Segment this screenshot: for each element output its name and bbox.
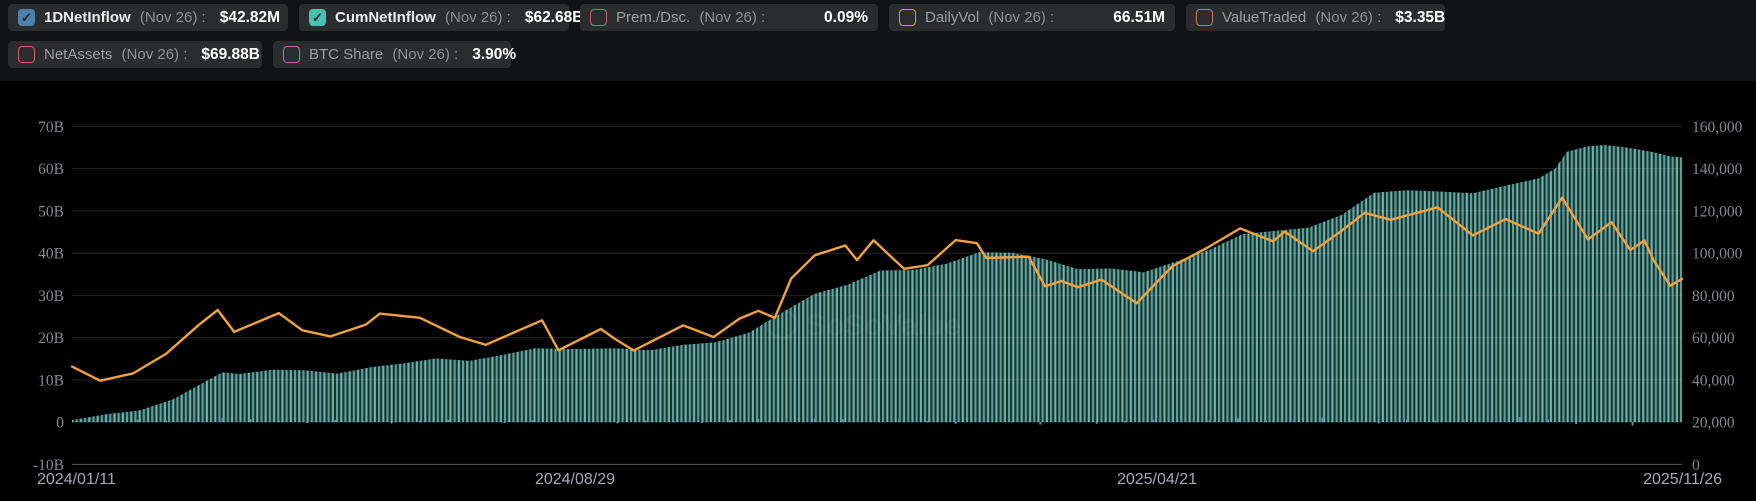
legend-label: CumNetInflow — [335, 9, 436, 26]
legend-date: (Nov 26) : — [984, 9, 1054, 26]
legend-item-btc-share[interactable]: BTC Share (Nov 26) :3.90% — [273, 41, 511, 68]
legend-date: (Nov 26) : — [388, 46, 458, 63]
right-axis-tick: 80,000 — [1692, 288, 1735, 305]
left-axis-tick: 50B — [38, 203, 64, 220]
legend-label: BTC Share — [309, 46, 383, 63]
right-axis-tick: 140,000 — [1692, 161, 1743, 178]
legend-value: $62.68B — [511, 9, 584, 27]
unchecked-checkbox-icon[interactable] — [283, 46, 300, 63]
legend-item-netassets[interactable]: NetAssets (Nov 26) :$69.88B — [8, 41, 262, 68]
unchecked-checkbox-icon[interactable] — [590, 9, 607, 26]
legend-row-2: NetAssets (Nov 26) :$69.88BBTC Share (No… — [8, 41, 511, 68]
right-axis-tick: 40,000 — [1692, 372, 1735, 389]
legend-date: (Nov 26) : — [695, 9, 765, 26]
left-axis-tick: 60B — [38, 161, 64, 178]
legend-item-dailyvol[interactable]: DailyVol (Nov 26) : 66.51M — [889, 4, 1175, 31]
right-axis-tick: 20,000 — [1692, 415, 1735, 432]
legend-item-1dnetinflow[interactable]: ✓ 1DNetInflow (Nov 26) :$42.82M — [8, 4, 288, 31]
legend-label: 1DNetInflow — [44, 9, 131, 26]
x-axis-date: 2024/08/29 — [535, 471, 615, 488]
legend-value: $69.88B — [187, 46, 260, 64]
x-axis-date: 2025/04/21 — [1117, 471, 1197, 488]
legend-item-valuetraded[interactable]: ValueTraded (Nov 26) :$3.35B — [1186, 4, 1445, 31]
right-axis-tick: 60,000 — [1692, 330, 1735, 347]
left-axis-tick: 30B — [38, 288, 64, 305]
legend-row-1: ✓1DNetInflow (Nov 26) :$42.82M✓CumNetInf… — [8, 4, 1445, 31]
x-axis-date: 2024/01/11 — [37, 471, 116, 488]
legend-date: (Nov 26) : — [1311, 9, 1381, 26]
checked-checkbox-icon[interactable]: ✓ — [18, 9, 35, 26]
left-axis-tick: 40B — [38, 246, 64, 263]
legend-value: 66.51M — [1099, 9, 1165, 27]
legend-label: ValueTraded — [1222, 9, 1306, 26]
x-axis-date: 2025/11/26 — [1643, 471, 1722, 488]
legend-value: 0.09% — [810, 9, 868, 27]
right-axis-tick: 100,000 — [1692, 246, 1743, 263]
left-axis-tick: 0 — [56, 415, 64, 432]
right-axis-tick: 160,000 — [1692, 119, 1743, 136]
legend-date: (Nov 26) : — [136, 9, 206, 26]
legend-value: $3.35B — [1381, 9, 1445, 27]
unchecked-checkbox-icon[interactable] — [899, 9, 916, 26]
left-axis-tick: 10B — [38, 372, 64, 389]
legend-date: (Nov 26) : — [117, 46, 187, 63]
legend-date: (Nov 26) : — [441, 9, 511, 26]
unchecked-checkbox-icon[interactable] — [18, 46, 35, 63]
plot-hover-area[interactable] — [72, 100, 1682, 464]
legend-value: 3.90% — [458, 46, 516, 64]
unchecked-checkbox-icon[interactable] — [1196, 9, 1213, 26]
left-axis-tick: 70B — [38, 119, 64, 136]
legend-label: Prem./Dsc. — [616, 9, 690, 26]
legend-item-cumnetinflow[interactable]: ✓CumNetInflow (Nov 26) :$62.68B — [299, 4, 569, 31]
right-axis-tick: 120,000 — [1692, 203, 1743, 220]
legend-item-prem-dsc[interactable]: Prem./Dsc. (Nov 26) : 0.09% — [580, 4, 878, 31]
left-axis-tick: 20B — [38, 330, 64, 347]
legend-toolbar: ✓1DNetInflow (Nov 26) :$42.82M✓CumNetInf… — [0, 0, 1756, 81]
legend-label: DailyVol — [925, 9, 979, 26]
legend-value: $42.82M — [206, 9, 280, 27]
legend-label: NetAssets — [44, 46, 112, 63]
checked-checkbox-icon[interactable]: ✓ — [309, 9, 326, 26]
